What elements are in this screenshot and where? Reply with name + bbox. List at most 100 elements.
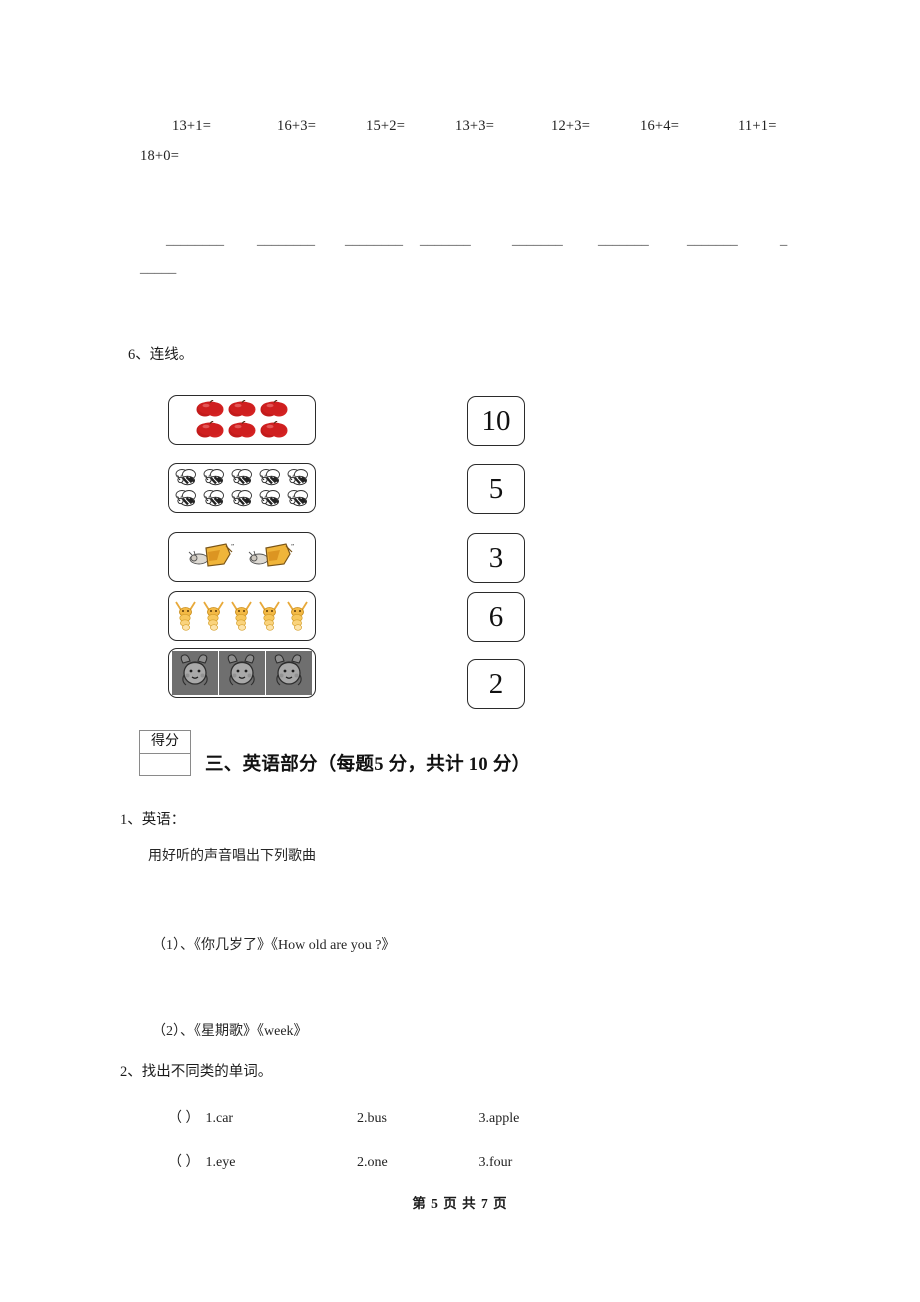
math-expression: 13+1= [172,118,212,134]
mc-option-1[interactable]: 1.car [206,1111,354,1127]
bee-icon-wrapper [202,468,227,487]
apple-icon-wrapper [228,400,256,419]
matching-number-value: 5 [488,472,504,505]
mc-option-3[interactable]: 3.four [479,1155,513,1171]
svg-text:”: ” [291,543,294,551]
moth-icon-wrapper: ” [186,540,238,574]
bee-icon-wrapper [174,468,199,487]
mc-answer-bracket[interactable]: （ ） [168,1107,202,1127]
svg-text:”: ” [231,543,234,551]
apple-icon [228,400,256,417]
english-question-1-label: 1、英语： [120,812,186,828]
math-expression: 12+3= [551,118,591,134]
girl-face-icon [180,654,208,686]
bee-icon [259,469,280,486]
bee-icon-wrapper [202,489,227,508]
score-box-value[interactable] [140,754,190,776]
matching-picture-box[interactable]: ” ” [168,532,316,582]
score-box-header: 得分 [140,731,190,754]
matching-number-value: 6 [488,600,504,633]
moth-icon: ” [188,543,234,567]
caterpillar-icon-wrapper [286,600,311,633]
apple-icon-wrapper [196,400,224,419]
caterpillar-icon [202,601,224,631]
bee-icon [203,469,224,486]
caterpillar-icon [258,601,280,631]
bee-icon-wrapper [230,468,255,487]
shaded-icon-cell [219,651,265,695]
matching-number-box[interactable]: 2 [467,659,525,709]
math-expression: 16+4= [640,118,680,134]
matching-number-box[interactable]: 6 [467,592,525,642]
answer-blank: _______ [512,232,563,248]
math-expression: 18+0= [140,148,180,164]
matching-picture-box[interactable] [168,648,316,698]
answer-blank: _____ [140,260,177,276]
math-expression: 11+1= [738,118,777,134]
caterpillar-icon [230,601,252,631]
moth-icon-wrapper: ” [246,540,298,574]
answer-blank: _______ [687,232,738,248]
bee-icon [203,490,224,507]
bee-icon-wrapper [258,489,283,508]
moth-icon: ” [248,543,294,567]
apple-icon [228,421,256,438]
apple-icon-wrapper [196,421,224,440]
bee-icon-wrapper [286,489,311,508]
mc-option-1[interactable]: 1.eye [206,1155,354,1171]
caterpillar-icon-wrapper [230,600,255,633]
mc-option-3[interactable]: 3.apple [479,1111,520,1127]
score-box: 得分 [139,730,191,776]
matching-picture-box[interactable] [168,591,316,641]
shaded-icon-cell [172,651,218,695]
section-heading-english: 三、英语部分（每题5 分，共计 10 分） [205,755,531,775]
bee-icon-wrapper [286,468,311,487]
mc-option-2[interactable]: 2.one [357,1155,475,1171]
matching-number-box[interactable]: 5 [467,464,525,514]
caterpillar-icon-wrapper [174,600,199,633]
multiple-choice-row-1: （ ） 1.car 2.bus 3.apple [168,1107,519,1127]
icon-grid [172,651,313,695]
mc-answer-bracket[interactable]: （ ） [168,1151,202,1171]
apple-icon-wrapper [228,421,256,440]
answer-blank: ________ [166,232,224,248]
matching-number-value: 3 [488,541,504,574]
bee-icon-wrapper [230,489,255,508]
english-q1-song-1: （1）、《你几岁了》《How old are you ?》 [152,938,396,953]
multiple-choice-row-2: （ ） 1.eye 2.one 3.four [168,1151,512,1171]
shaded-icon-cell [266,651,312,695]
bee-icon [175,469,196,486]
bee-icon [175,490,196,507]
caterpillar-icon [174,601,196,631]
bee-icon-wrapper [258,468,283,487]
answer-blank: _ [780,232,788,248]
answer-blank: ________ [345,232,403,248]
matching-picture-box[interactable] [168,395,316,445]
icon-grid [194,399,290,441]
bee-icon [259,490,280,507]
answer-blank: _______ [420,232,471,248]
english-q1-instruction: 用好听的声音唱出下列歌曲 [148,849,316,864]
icon-grid [172,596,312,636]
apple-icon [260,400,288,417]
math-expression: 15+2= [366,118,406,134]
matching-number-box[interactable]: 10 [467,396,525,446]
english-question-2-label: 2、找出不同类的单词。 [120,1064,273,1080]
bee-icon-wrapper [174,489,199,508]
bee-icon [287,469,308,486]
matching-number-value: 2 [488,667,504,700]
apple-icon-wrapper [260,400,288,419]
matching-number-value: 10 [481,404,511,437]
icon-grid [172,467,312,509]
matching-number-box[interactable]: 3 [467,533,525,583]
caterpillar-icon-wrapper [202,600,227,633]
matching-picture-box[interactable] [168,463,316,513]
apple-icon [260,421,288,438]
bee-icon [287,490,308,507]
caterpillar-icon-wrapper [258,600,283,633]
mc-option-2[interactable]: 2.bus [357,1111,475,1127]
bee-icon [231,469,252,486]
girl-face-icon [274,654,302,686]
english-q1-song-2: （2）、《星期歌》《week》 [152,1024,308,1039]
icon-grid: ” ” [182,537,302,577]
